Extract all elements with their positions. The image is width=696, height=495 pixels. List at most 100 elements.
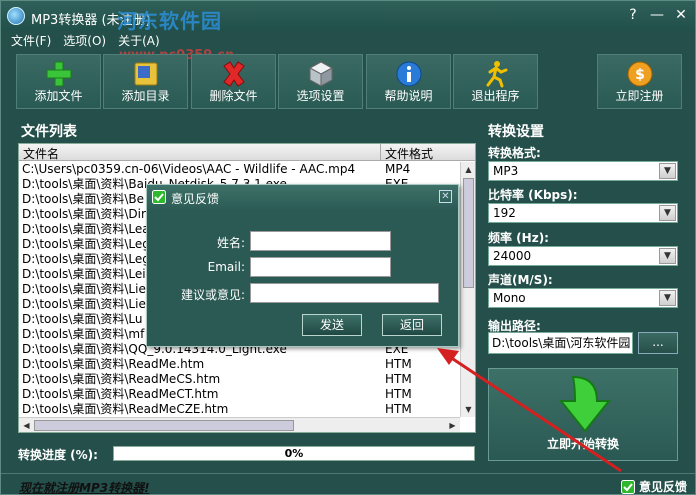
format-value: MP3 — [493, 164, 519, 178]
dialog-close-button[interactable]: ✕ — [439, 190, 452, 203]
close-window-button[interactable]: ✕ — [673, 7, 689, 23]
menu-options[interactable]: 选项(O) — [61, 32, 108, 49]
folder-icon — [134, 62, 157, 86]
scroll-right-icon[interactable]: ▶ — [445, 418, 460, 433]
table-row[interactable]: D:\tools\桌面\资料\ReadMeCT.htm HTM — [19, 387, 460, 402]
feedback-dialog: 意见反馈 ✕ 姓名: Email: 建议或意见: 发送 返回 — [146, 184, 459, 347]
file-format-cell: HTM — [385, 387, 412, 401]
file-name-cell: D:\tools\桌面\资料\mf — [22, 327, 145, 341]
status-bar: 现在就注册MP3转换器! 意见反馈 — [1, 473, 695, 495]
channel-label: 声道(M/S): — [488, 273, 553, 287]
file-format-cell: HTM — [385, 402, 412, 416]
chevron-down-icon[interactable]: ▼ — [659, 205, 676, 221]
register-button[interactable]: $ 立即注册 — [597, 54, 682, 109]
cube-icon — [308, 61, 333, 87]
file-format-cell: HTM — [385, 372, 412, 386]
bitrate-value: 192 — [493, 206, 516, 220]
feedback-link[interactable]: 意见反馈 — [620, 478, 687, 495]
down-arrow-icon — [559, 375, 611, 433]
output-path-input[interactable]: D:\tools\桌面\河东软件园 — [488, 332, 633, 354]
file-name-cell: D:\tools\桌面\资料\ReadMeCS.htm — [22, 372, 221, 386]
table-row[interactable]: D:\tools\桌面\资料\ReadMe.htm HTM — [19, 357, 460, 372]
chevron-down-icon[interactable]: ▼ — [659, 290, 676, 306]
send-button[interactable]: 发送 — [302, 314, 362, 336]
file-list-title: 文件列表 — [21, 124, 77, 140]
bitrate-select[interactable]: 192 ▼ — [488, 203, 678, 223]
add-file-button[interactable]: 添加文件 — [16, 54, 101, 109]
progress-bar: 0% — [113, 446, 475, 461]
table-row[interactable]: D:\tools\桌面\资料\ReadMeCS.htm HTM — [19, 372, 460, 387]
vertical-scrollbar[interactable]: ▲ ▼ — [460, 162, 475, 417]
start-convert-button[interactable]: 立即开始转换 — [488, 368, 678, 461]
menu-bar: 文件(F) 选项(O) 关于(A) — [9, 32, 162, 49]
chevron-down-icon[interactable]: ▼ — [659, 163, 676, 179]
title-bar: MP3转换器 (未注册) 河东软件园 ? — ✕ — [1, 1, 695, 33]
file-format-cell: HTM — [385, 357, 412, 371]
file-format-cell: MP4 — [385, 162, 411, 176]
vertical-scroll-thumb[interactable] — [463, 178, 474, 288]
exit-button[interactable]: 退出程序 — [453, 54, 538, 109]
channel-value: Mono — [493, 291, 526, 305]
file-name-cell: D:\tools\桌面\资料\Lu — [22, 312, 143, 326]
file-name-cell: D:\tools\桌面\资料\Lea — [22, 222, 150, 236]
chevron-down-icon[interactable]: ▼ — [659, 248, 676, 264]
back-button[interactable]: 返回 — [382, 314, 442, 336]
format-select[interactable]: MP3 ▼ — [488, 161, 678, 181]
name-input[interactable] — [250, 231, 391, 251]
menu-about[interactable]: 关于(A) — [116, 32, 162, 49]
progress-label: 转换进度 (%): — [18, 448, 98, 462]
scroll-down-icon[interactable]: ▼ — [461, 402, 476, 417]
email-input[interactable] — [250, 257, 391, 277]
checkmark-icon — [620, 479, 635, 494]
file-name-cell: D:\tools\桌面\资料\Dir — [22, 207, 146, 221]
column-header-format[interactable]: 文件格式 — [385, 145, 433, 162]
main-window: MP3转换器 (未注册) 河东软件园 ? — ✕ 文件(F) 选项(O) 关于(… — [0, 0, 696, 495]
delete-x-icon — [222, 61, 245, 87]
frequency-label: 频率 (Hz): — [488, 231, 549, 245]
email-label: Email: — [207, 260, 245, 274]
options-button[interactable]: 选项设置 — [278, 54, 363, 109]
file-name-cell: C:\Users\pc0359.cn-06\Videos\AAC - Wildl… — [22, 162, 356, 176]
file-name-cell: D:\tools\桌面\资料\ReadMeCZE.htm — [22, 402, 229, 416]
file-name-cell: D:\tools\桌面\资料\Lei — [22, 267, 146, 281]
delete-file-button[interactable]: 删除文件 — [191, 54, 276, 109]
settings-title: 转换设置 — [488, 124, 544, 140]
table-row[interactable]: C:\Users\pc0359.cn-06\Videos\AAC - Wildl… — [19, 162, 460, 177]
scroll-left-icon[interactable]: ◀ — [19, 418, 34, 433]
file-name-cell: D:\tools\桌面\资料\Leg — [22, 237, 150, 251]
browse-button[interactable]: ... — [638, 332, 678, 354]
progress-percent: 0% — [284, 447, 304, 460]
file-list-header: 文件名 文件格式 — [19, 144, 475, 161]
toolbar: 添加文件 添加目录 删除文件 选项设置 帮助说明 退出程序 $ 立即注册 — [16, 54, 682, 109]
channel-select[interactable]: Mono ▼ — [488, 288, 678, 308]
file-name-cell: D:\tools\桌面\资料\Leg — [22, 252, 150, 266]
file-name-cell: D:\tools\桌面\资料\Lie — [22, 297, 146, 311]
frequency-select[interactable]: 24000 ▼ — [488, 246, 678, 266]
menu-file[interactable]: 文件(F) — [9, 32, 53, 49]
register-link[interactable]: 现在就注册MP3转换器! — [19, 479, 150, 495]
file-name-cell: D:\tools\桌面\资料\ReadMeCT.htm — [22, 387, 219, 401]
add-folder-button[interactable]: 添加目录 — [103, 54, 188, 109]
info-icon — [396, 61, 421, 87]
watermark-logo: 河东软件园 — [117, 9, 222, 33]
help-window-button[interactable]: ? — [625, 7, 641, 23]
scroll-up-icon[interactable]: ▲ — [461, 162, 476, 177]
horizontal-scrollbar[interactable]: ◀ ▶ — [19, 417, 460, 432]
column-header-filename[interactable]: 文件名 — [23, 145, 59, 162]
file-name-cell: D:\tools\桌面\资料\Be — [22, 192, 145, 206]
file-name-cell: D:\tools\桌面\资料\Lie — [22, 282, 146, 296]
horizontal-scroll-thumb[interactable] — [34, 420, 294, 431]
table-row[interactable]: D:\tools\桌面\资料\ReadMeCZE.htm HTM — [19, 402, 460, 417]
checkmark-icon — [152, 190, 166, 204]
svg-text:$: $ — [635, 67, 645, 83]
name-label: 姓名: — [216, 236, 245, 250]
plus-icon — [46, 61, 71, 87]
suggestion-input[interactable] — [250, 283, 439, 303]
start-convert-label: 立即开始转换 — [546, 437, 619, 451]
feedback-link-label: 意见反馈 — [638, 480, 687, 494]
help-button[interactable]: 帮助说明 — [366, 54, 451, 109]
app-logo-icon — [7, 7, 25, 25]
dialog-title: 意见反馈 — [171, 192, 220, 206]
coin-icon: $ — [627, 61, 652, 87]
minimize-window-button[interactable]: — — [649, 7, 665, 23]
